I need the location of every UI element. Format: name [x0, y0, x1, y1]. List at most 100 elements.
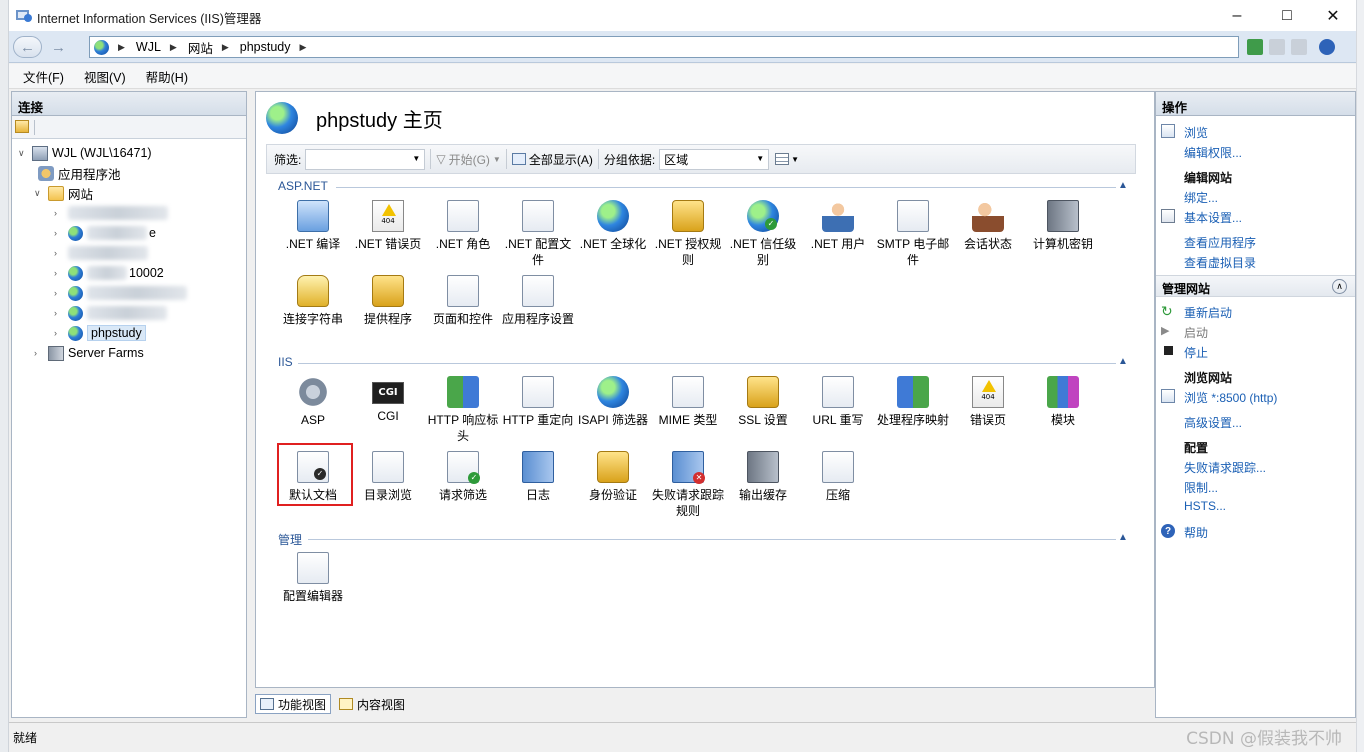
action-limits[interactable]: 限制... — [1184, 479, 1218, 496]
feature-session-state[interactable]: 会话状态 — [951, 200, 1025, 252]
feature-smtp-email[interactable]: SMTP 电子邮件 — [876, 200, 950, 268]
feature-net-roles[interactable]: .NET 角色 — [426, 200, 500, 252]
tree-site-phpstudy[interactable]: › phpstudy — [54, 323, 146, 343]
feature-request-filtering[interactable]: ✓ 请求筛选 — [426, 451, 500, 503]
feature-isapi-filters[interactable]: ISAPI 筛选器 — [576, 376, 650, 428]
back-button[interactable]: ← — [13, 36, 42, 58]
feature-output-caching[interactable]: 输出缓存 — [726, 451, 800, 503]
feature-failed-request-tracing[interactable]: ✕ 失败请求跟踪规则 — [651, 451, 725, 519]
action-edit-permissions[interactable]: 编辑权限... — [1184, 144, 1242, 161]
feature-net-error-pages[interactable]: .NET 错误页 — [351, 200, 425, 252]
crumb-sites[interactable]: 网站 ▶ — [188, 38, 240, 57]
feature-net-trust-levels[interactable]: ✓ .NET 信任级别 — [726, 200, 800, 268]
feature-handler-mappings[interactable]: 处理程序映射 — [876, 376, 950, 428]
home-icon[interactable] — [1291, 39, 1307, 55]
feature-cgi[interactable]: CGI CGI — [351, 376, 425, 424]
chevron-down-icon: ▼ — [756, 153, 765, 163]
action-help[interactable]: 帮助 — [1184, 524, 1208, 541]
start-filter-button[interactable]: ▽ 开始(G) ▼ — [436, 151, 500, 168]
collapse-manage-icon[interactable]: ▲ — [1118, 532, 1128, 543]
feature-compression[interactable]: 压缩 — [801, 451, 875, 503]
tab-features-view[interactable]: 功能视图 — [255, 694, 332, 714]
feature-ssl-settings[interactable]: SSL 设置 — [726, 376, 800, 428]
request-filtering-icon: ✓ — [447, 451, 480, 484]
menu-file[interactable]: 文件(F) — [23, 67, 64, 86]
view-mode-button[interactable]: ▼ — [775, 153, 799, 165]
action-view-applications[interactable]: 查看应用程序 — [1184, 234, 1256, 251]
action-browse[interactable]: 浏览 — [1184, 124, 1208, 141]
menu-help[interactable]: 帮助(H) — [146, 67, 188, 86]
action-advanced-settings[interactable]: 高级设置... — [1184, 414, 1242, 431]
action-browse-port[interactable]: 浏览 *:8500 (http) — [1184, 389, 1277, 406]
edit-site-heading: 编辑网站 — [1184, 171, 1233, 185]
help-icon[interactable] — [1319, 39, 1335, 55]
action-bindings[interactable]: 绑定... — [1184, 189, 1218, 206]
feature-providers[interactable]: 提供程序 — [351, 275, 425, 327]
folder-icon — [48, 185, 64, 201]
feature-machine-key[interactable]: 计算机密钥 — [1026, 200, 1100, 252]
tree-site-blurred-6[interactable]: › — [54, 303, 167, 323]
new-connection-icon[interactable] — [15, 120, 29, 133]
feature-net-users[interactable]: .NET 用户 — [801, 200, 875, 252]
maximize-button[interactable]: □ — [1264, 0, 1310, 31]
feature-modules[interactable]: 模块 — [1026, 376, 1100, 428]
refresh-icon[interactable] — [1247, 39, 1263, 55]
feature-http-response-headers[interactable]: HTTP 响应标头 — [426, 376, 500, 444]
action-basic-settings[interactable]: 基本设置... — [1184, 209, 1242, 226]
feature-asp[interactable]: ASP — [276, 376, 350, 428]
feature-net-profile[interactable]: .NET 配置文件 — [501, 200, 575, 268]
action-hsts[interactable]: HSTS... — [1184, 499, 1226, 513]
tree-server-farms[interactable]: › Server Farms — [34, 343, 144, 363]
collapse-iis-icon[interactable]: ▲ — [1118, 356, 1128, 367]
feature-error-pages[interactable]: 错误页 — [951, 376, 1025, 428]
feature-net-globalization[interactable]: .NET 全球化 — [576, 200, 650, 252]
feature-net-authorization[interactable]: .NET 授权规则 — [651, 200, 725, 268]
filter-input[interactable]: ▼ — [305, 148, 426, 170]
connections-header: 连接 — [12, 92, 246, 116]
group-by-select[interactable]: 区域 ▼ — [659, 148, 770, 170]
action-failed-request-tracing[interactable]: 失败请求跟踪... — [1184, 459, 1266, 476]
compression-icon — [822, 451, 854, 483]
feature-logging[interactable]: 日志 — [501, 451, 575, 503]
action-restart[interactable]: 重新启动 — [1184, 304, 1232, 321]
show-all-button[interactable]: 全部显示(A) — [511, 151, 593, 168]
feature-http-redirect[interactable]: HTTP 重定向 — [501, 376, 575, 428]
crumb-server[interactable]: WJL ▶ — [136, 40, 188, 54]
address-path[interactable]: ▶ WJL ▶ 网站 ▶ phpstudy ▶ — [89, 36, 1239, 58]
authorization-icon — [672, 200, 704, 232]
tree-site-blurred-2[interactable]: › e — [54, 223, 156, 243]
feature-url-rewrite[interactable]: URL 重写 — [801, 376, 875, 428]
tab-content-view[interactable]: 内容视图 — [335, 694, 409, 714]
tree-site-blurred-5[interactable]: › — [54, 283, 187, 303]
feature-app-settings[interactable]: 应用程序设置 — [501, 275, 575, 327]
tree-site-blurred-4[interactable]: › 10002 — [54, 263, 164, 283]
tree-app-pools[interactable]: 应用程序池 — [38, 163, 121, 183]
crumb-site[interactable]: phpstudy ▶ — [240, 40, 318, 54]
collapse-aspnet-icon[interactable]: ▲ — [1118, 180, 1128, 191]
funnel-icon: ▽ — [436, 152, 446, 166]
collapse-icon[interactable]: ∧ — [1332, 279, 1347, 294]
feature-config-editor[interactable]: 配置编辑器 — [276, 552, 350, 604]
forward-button[interactable]: → — [44, 36, 73, 58]
action-view-virtual-dirs[interactable]: 查看虚拟目录 — [1184, 254, 1256, 271]
close-button[interactable]: ✕ — [1310, 0, 1356, 31]
collapse-arrow-icon[interactable]: ∨ — [18, 148, 28, 159]
feature-pages-controls[interactable]: 页面和控件 — [426, 275, 500, 327]
menu-view[interactable]: 视图(V) — [84, 67, 126, 86]
stop-icon[interactable] — [1269, 39, 1285, 55]
globalization-icon — [597, 200, 629, 232]
feature-directory-browsing[interactable]: 目录浏览 — [351, 451, 425, 503]
feature-connection-strings[interactable]: 连接字符串 — [276, 275, 350, 327]
feature-authentication[interactable]: 身份验证 — [576, 451, 650, 503]
action-stop[interactable]: 停止 — [1184, 344, 1208, 361]
collapse-arrow-icon[interactable]: ∨ — [34, 188, 44, 199]
blurred-text — [87, 286, 187, 300]
tree-site-blurred-1[interactable]: › — [54, 203, 168, 223]
feature-net-compile[interactable]: .NET 编译 — [276, 200, 350, 252]
feature-mime-types[interactable]: MIME 类型 — [651, 376, 725, 428]
tree-site-blurred-3[interactable]: › — [54, 243, 148, 263]
minimize-button[interactable]: – — [1214, 0, 1260, 31]
tree-sites[interactable]: ∨ 网站 — [34, 183, 93, 203]
output-cache-icon — [747, 451, 779, 483]
tree-server[interactable]: ∨ WJL (WJL\16471) — [18, 143, 152, 163]
